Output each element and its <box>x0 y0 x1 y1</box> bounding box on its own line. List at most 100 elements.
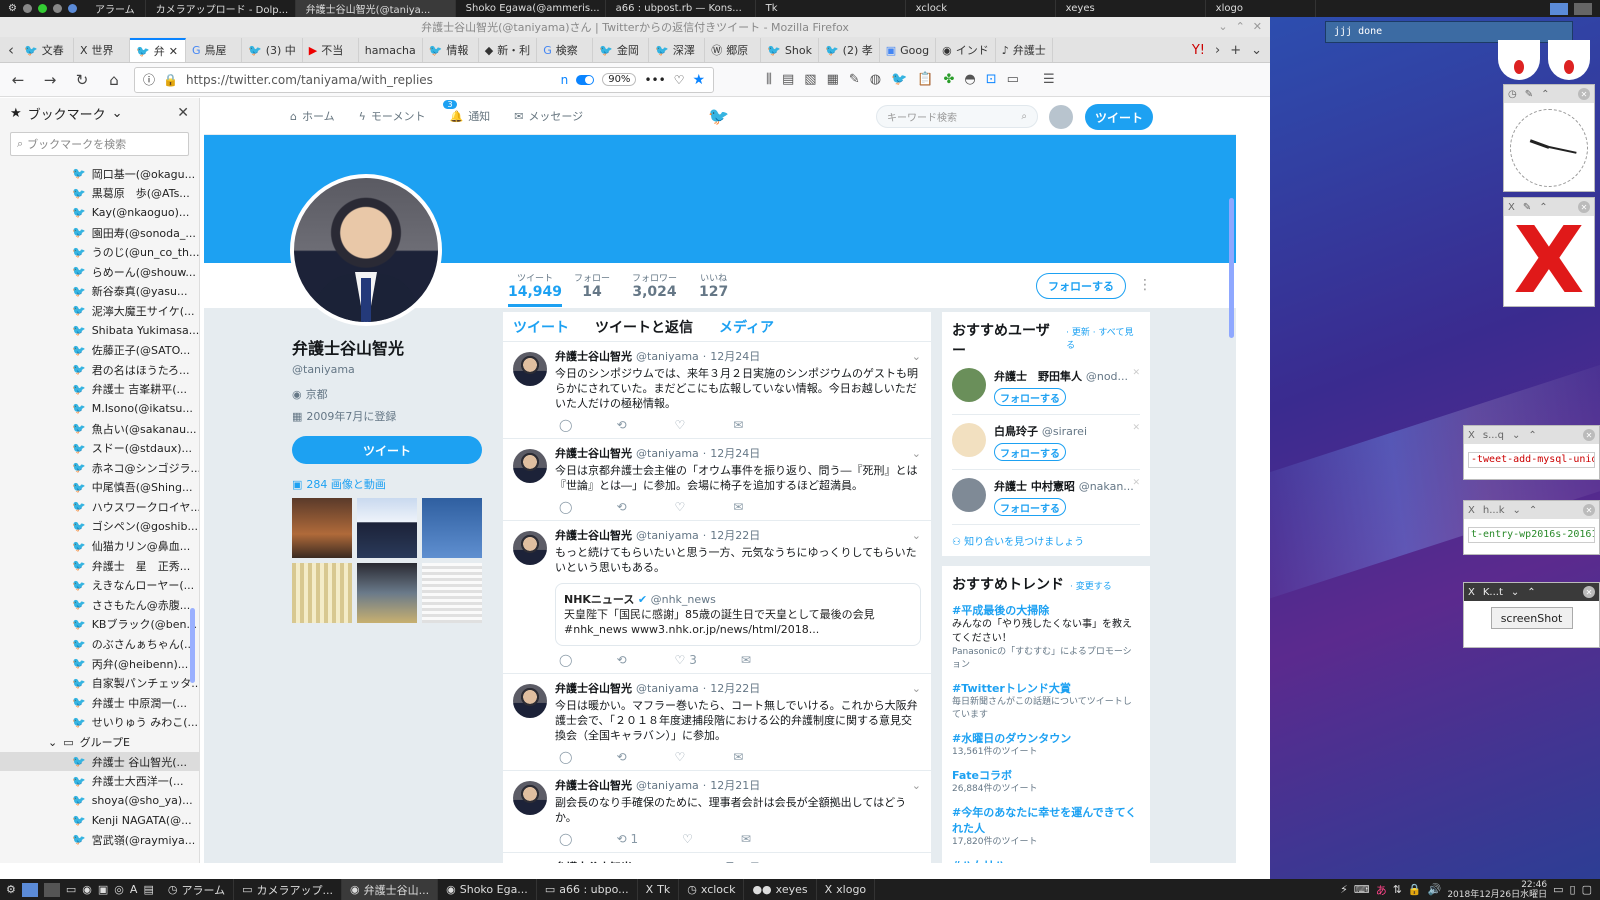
who-to-follow-links[interactable]: · 更新 · すべて見る <box>1066 325 1140 351</box>
extension-icon[interactable]: ◓ <box>964 72 975 87</box>
lock-icon[interactable]: 🔒 <box>1408 883 1422 896</box>
message-icon[interactable]: ✉ <box>741 653 751 667</box>
task-xeyes[interactable]: ●● xeyes <box>744 879 817 900</box>
bookmark-item[interactable]: 🐦 スドー(@stdaux)... <box>0 438 199 458</box>
reply-icon[interactable]: ◯ <box>559 750 572 764</box>
tweet-avatar[interactable] <box>513 781 547 815</box>
sidebar-icon[interactable]: ▤ <box>782 72 794 87</box>
suggested-user-avatar[interactable] <box>952 368 986 402</box>
tab[interactable]: 🐦 Shok <box>761 38 819 62</box>
message-icon[interactable]: ✉ <box>733 500 743 514</box>
close-icon[interactable]: ✕ <box>1583 586 1595 598</box>
bookmark-item[interactable]: 🐦 えきなんローヤー(... <box>0 575 199 595</box>
new-tab-icon[interactable]: + <box>1230 43 1241 58</box>
message-icon[interactable]: ✉ <box>733 750 743 764</box>
trend-item[interactable]: #今年のあなたに幸せを運んできてくれた人 17,820件のツイート <box>952 804 1140 849</box>
bookmark-item[interactable]: 🐦 弁護士 谷山智光(... <box>0 751 199 772</box>
window-list-icon[interactable]: ▯ <box>1570 883 1576 896</box>
follow-suggested-button[interactable]: フォローする <box>994 443 1066 461</box>
stat-tweets[interactable]: ツイート 14,949 <box>508 271 563 307</box>
tweet-handle[interactable]: @taniyama <box>636 682 699 695</box>
tab-scroll-right-icon[interactable]: › <box>1215 43 1220 58</box>
screenshot-button[interactable]: screenShot <box>1490 607 1573 629</box>
nav-messages[interactable]: ✉ メッセージ <box>514 108 583 124</box>
tweet[interactable]: 弁護士谷山智光 @taniyama · 12月24日 ⌄ 今日は京都弁護士会主催の「オウム… <box>503 439 931 521</box>
minimize-icon[interactable]: ⌄ <box>1512 430 1520 441</box>
bookmark-item[interactable]: 🐦 新谷泰真(@yasu... <box>0 282 199 302</box>
tab[interactable]: ♪ 弁護士 <box>996 38 1053 62</box>
suggested-user[interactable]: 弁護士 野田隼人 @nod... フォローする ✕ <box>952 360 1140 415</box>
task-xlogo[interactable]: Xxlogo <box>817 879 876 900</box>
top-task-tk[interactable]: Tk <box>756 0 906 17</box>
tab[interactable]: ◉ インド <box>936 38 996 62</box>
media-link[interactable]: ▣ 284 画像と動画 <box>292 476 482 492</box>
reply-icon[interactable]: ◯ <box>559 832 572 846</box>
task-konsole[interactable]: ▭ a66 : ubpo... <box>537 879 638 900</box>
trends-change-link[interactable]: · 変更する <box>1070 579 1112 592</box>
reply-icon[interactable]: ◯ <box>559 653 572 667</box>
extension-icon[interactable]: ◍ <box>870 72 881 87</box>
retweet-button[interactable]: ⟲ <box>616 653 630 667</box>
tab[interactable]: X 世界 <box>74 38 130 62</box>
search-icon[interactable]: ⌕ <box>1021 111 1027 122</box>
show-desktop-icon[interactable]: ▢ <box>1582 883 1592 896</box>
maximize-icon[interactable]: ⌃ <box>1529 505 1537 516</box>
app-dot-icon[interactable] <box>22 4 32 13</box>
follow-button[interactable]: フォローする <box>1036 273 1126 299</box>
menu-icon[interactable]: ☰ <box>1043 72 1055 87</box>
tweet-handle[interactable]: @taniyama <box>636 779 699 792</box>
close-icon[interactable]: ✕ <box>1253 20 1262 33</box>
pager-icon[interactable] <box>1574 2 1592 15</box>
chevron-down-icon[interactable]: ⌄ <box>912 682 921 695</box>
bookmark-item[interactable]: 🐦 ゴシペン(@goshib... <box>0 517 199 537</box>
maximize-icon[interactable]: ⌃ <box>1541 89 1549 100</box>
tab-scroll-left-icon[interactable]: ‹ <box>4 38 18 62</box>
settings-icon[interactable]: ⚙ <box>8 3 17 14</box>
pocket-icon[interactable]: ♡ <box>674 73 685 87</box>
task-firefox[interactable]: ◉ 弁護士谷山... <box>342 879 439 900</box>
bookmark-search-input[interactable]: ⌕ ブックマークを検索 <box>10 132 189 156</box>
profile-name[interactable]: 弁護士谷山智光 <box>292 335 482 359</box>
top-task-xeyes[interactable]: xeyes <box>1056 0 1206 17</box>
tweet-handle[interactable]: @taniyama <box>636 861 699 864</box>
tab[interactable]: 🐦 文春 <box>18 38 74 62</box>
trend-item[interactable]: #平成最後の大掃除 みんなの「やり残したくない事」を教えてください！ Panason… <box>952 602 1140 672</box>
bookmark-item[interactable]: 🐦 Shibata Yukimasa... <box>0 321 199 341</box>
bookmark-item[interactable]: 🐦 ハウスワークロイヤ... <box>0 497 199 517</box>
tab-close-icon[interactable]: ✕ <box>169 45 178 58</box>
desktop-pager-icon[interactable] <box>43 882 60 897</box>
chevron-down-icon[interactable]: ⌄ <box>912 447 921 460</box>
top-task-konsole[interactable]: a66 : ubpost.rb — Kons... <box>606 0 756 17</box>
top-task-firefox[interactable]: 弁護士谷山智光(@taniya... <box>295 0 456 17</box>
nav-notifications[interactable]: 3 🔔 通知 <box>443 100 490 124</box>
app-icon[interactable]: ◎ <box>114 883 124 896</box>
trend-item[interactable]: #水曜日のダウンタウン 13,561件のツイート <box>952 730 1140 759</box>
pager-icon[interactable] <box>1550 2 1568 15</box>
bookmark-item[interactable]: 🐦 中尾慎吾(@Shing... <box>0 478 199 498</box>
dismiss-icon[interactable]: ✕ <box>1132 368 1140 378</box>
twitter-logo-icon[interactable]: 🐦 <box>708 107 729 127</box>
tweet-date[interactable]: 12月21日 <box>710 777 760 793</box>
clock[interactable]: 22:46 2018年12月26日水曜日 <box>1447 880 1547 900</box>
like-button[interactable]: ♡ <box>675 500 690 514</box>
minimize-icon[interactable]: ⌄ <box>1218 20 1227 33</box>
bookmark-item[interactable]: 🐦 自家製パンチェッタ... <box>0 673 199 693</box>
tweet-date[interactable]: 12月22日 <box>710 680 760 696</box>
pin-icon[interactable]: ✎ <box>1525 89 1533 100</box>
desktop-pager-icon[interactable] <box>21 882 38 897</box>
bookmark-item[interactable]: 🐦 うのじ(@un_co_th... <box>0 242 199 262</box>
tweet[interactable]: 弁護士谷山智光 @taniyama · 12月22日 ⌄ もっと続けてもらいたいと思う一方… <box>503 521 931 674</box>
keyboard-icon[interactable]: ⌨ <box>1354 883 1370 896</box>
bookmark-item[interactable]: 🐦 Kenji NAGATA(@... <box>0 811 199 831</box>
close-icon[interactable]: ✕ <box>1583 504 1595 516</box>
bookmark-item[interactable]: 🐦 らめーん(@shouw... <box>0 262 199 282</box>
tweet-avatar[interactable] <box>513 449 547 483</box>
top-task-camera[interactable]: カメラアップロード - Dolp... <box>146 0 296 17</box>
extension-icon[interactable]: ✤ <box>944 72 955 87</box>
tab[interactable]: 🐦 (2) 孝 <box>819 38 880 62</box>
find-friends-link[interactable]: ⚇ 知り合いを見つけましょう <box>952 525 1140 548</box>
extension-icon[interactable]: ▦ <box>827 72 839 87</box>
notification-n-icon[interactable]: n <box>561 73 569 87</box>
tab[interactable]: G 鳥屋 <box>186 38 242 62</box>
media-thumbnail[interactable] <box>292 498 352 558</box>
